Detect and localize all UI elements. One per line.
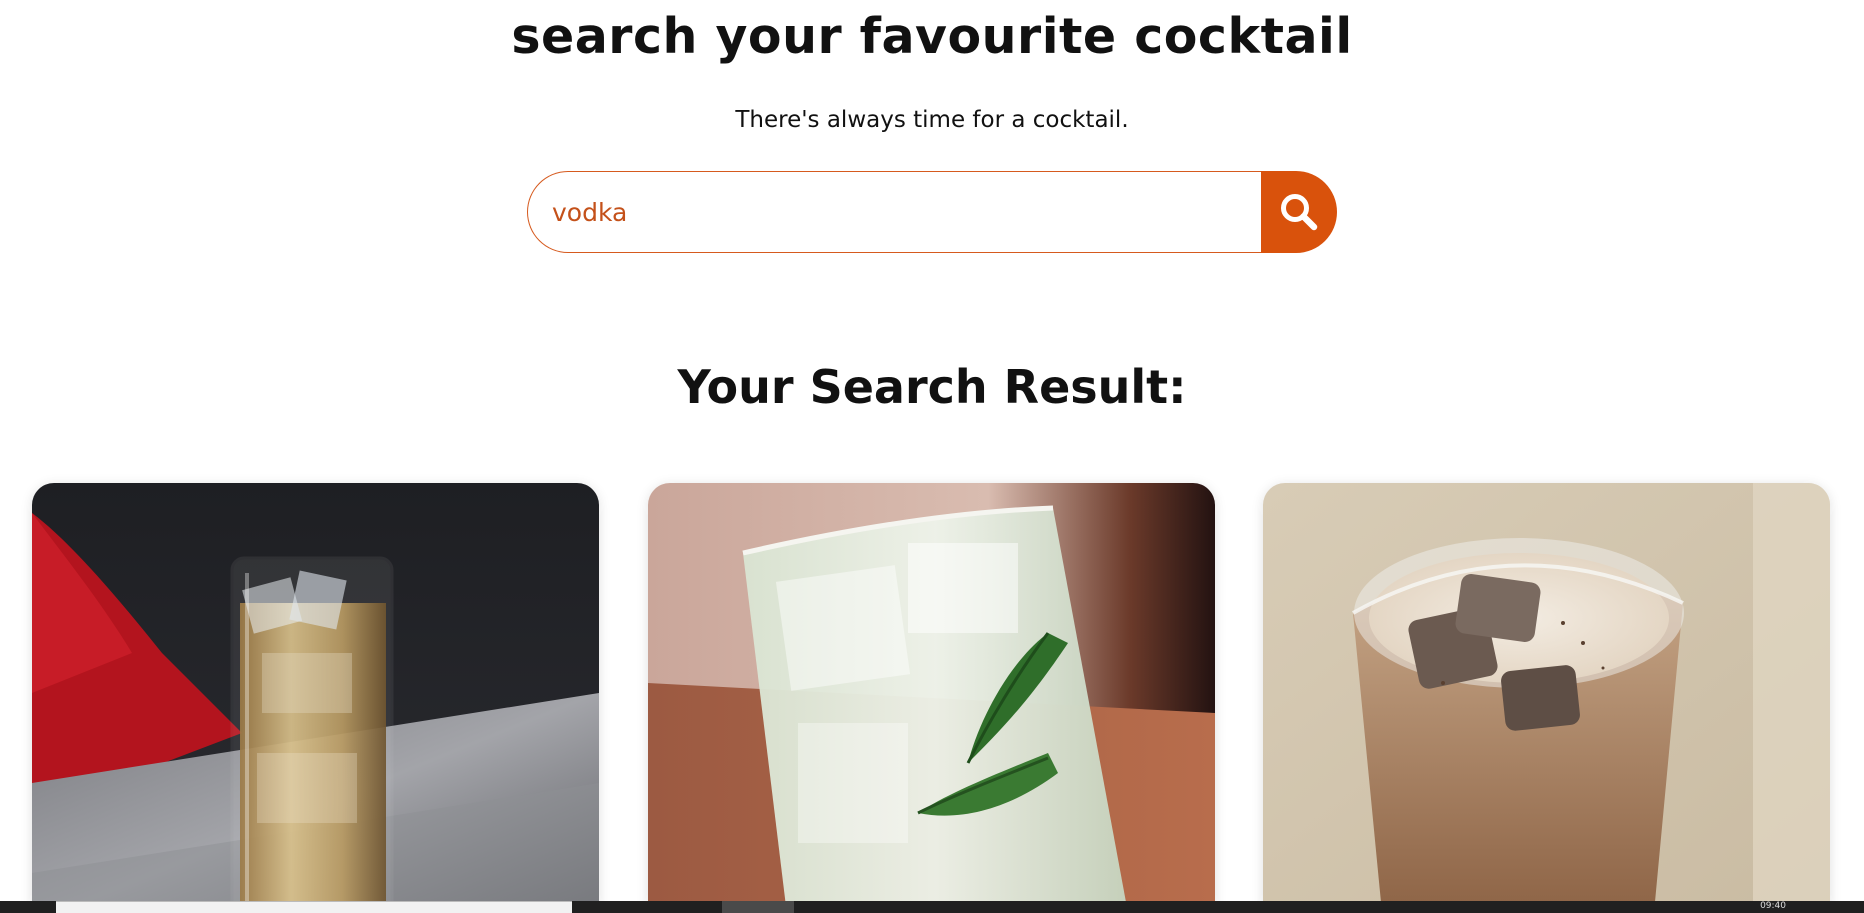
cocktail-image <box>1263 483 1830 913</box>
page-title: search your favourite cocktail <box>511 8 1353 65</box>
page-subtitle: There's always time for a cocktail. <box>735 107 1129 133</box>
taskbar-search-box[interactable] <box>56 901 572 913</box>
search-input[interactable] <box>527 171 1261 253</box>
page: search your favourite cocktail There's a… <box>0 0 1864 913</box>
cocktail-card[interactable] <box>32 483 599 913</box>
os-taskbar: 09:40 <box>0 901 1864 913</box>
search-form <box>527 171 1337 253</box>
taskbar-clock: 09:40 <box>1760 901 1786 911</box>
cocktail-image <box>32 483 599 913</box>
cocktail-card[interactable] <box>1263 483 1830 913</box>
cocktail-image <box>648 483 1215 913</box>
search-button[interactable] <box>1261 171 1337 253</box>
cocktail-card[interactable] <box>648 483 1215 913</box>
search-icon <box>1281 194 1318 231</box>
taskbar-app-button[interactable] <box>722 901 794 913</box>
results-heading: Your Search Result: <box>677 360 1187 414</box>
